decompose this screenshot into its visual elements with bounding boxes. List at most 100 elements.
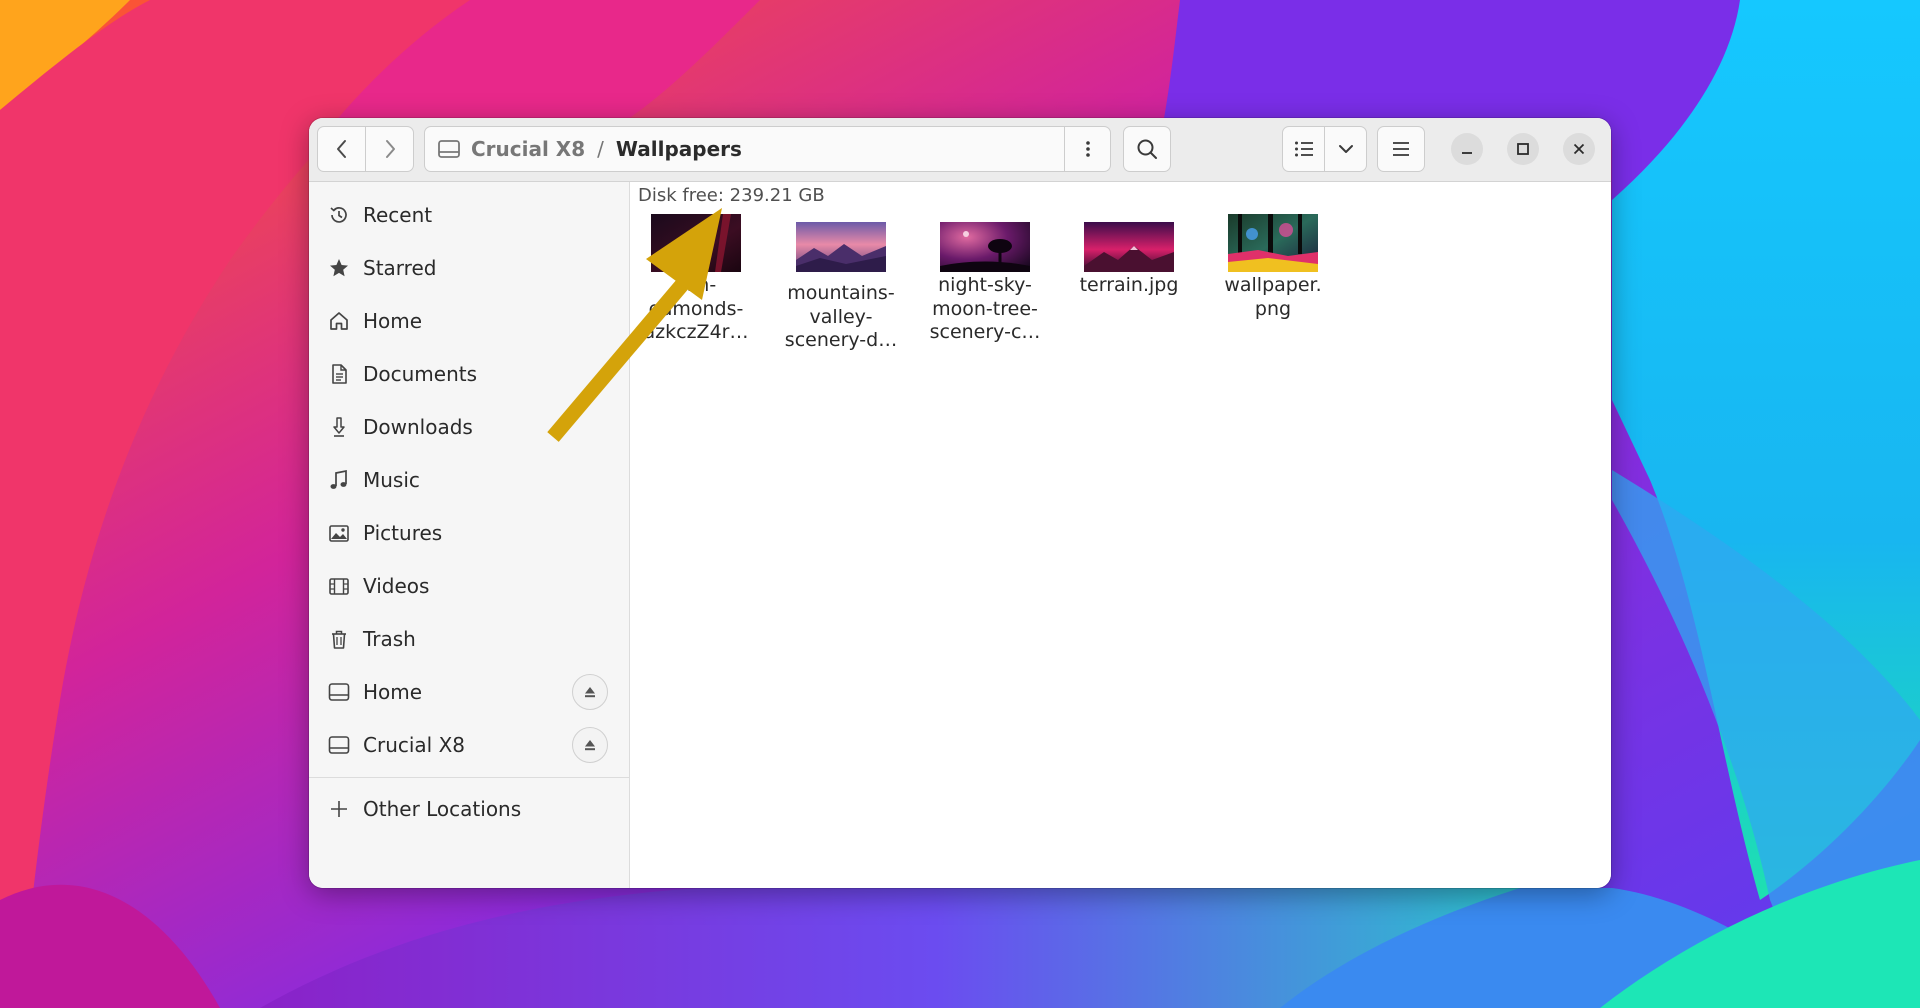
sidebar-device-home[interactable]: Home — [309, 670, 630, 714]
search-button[interactable] — [1123, 126, 1171, 172]
file-item[interactable]: wallpaper. png — [1205, 214, 1341, 321]
file-name-line: mountains- — [787, 282, 895, 304]
sidebar-item-label: Home — [363, 309, 423, 333]
sidebar-item-label: Home — [363, 680, 423, 704]
list-view-button[interactable] — [1283, 127, 1324, 171]
chevron-down-icon — [1338, 145, 1353, 153]
file-item[interactable]: ash- edmonds- azkczZ4r… — [628, 214, 764, 345]
maximize-icon — [1517, 143, 1529, 155]
sidebar-item-label: Pictures — [363, 521, 443, 545]
sidebar: Recent Starred Home Documents Downloads … — [309, 182, 630, 888]
sidebar-item-pictures[interactable]: Pictures — [309, 511, 630, 555]
chevron-left-icon — [336, 140, 346, 158]
header-bar: Crucial X8 / Wallpapers — [309, 118, 1611, 182]
document-icon — [327, 362, 351, 386]
file-item[interactable]: mountains- valley- scenery-d… — [773, 214, 909, 353]
music-note-icon — [327, 468, 351, 492]
clock-icon — [327, 203, 351, 227]
location-bar[interactable]: Crucial X8 / Wallpapers — [424, 126, 1111, 172]
file-name-line: scenery-d… — [784, 329, 898, 351]
sidebar-item-label: Trash — [363, 627, 416, 651]
file-thumbnail — [796, 222, 886, 272]
sidebar-item-trash[interactable]: Trash — [309, 617, 630, 661]
file-name-line: png — [1254, 297, 1292, 320]
file-thumbnail — [651, 214, 741, 272]
search-icon — [1137, 139, 1157, 159]
minimize-icon — [1462, 152, 1472, 154]
eject-button-home[interactable] — [572, 674, 608, 710]
sidebar-item-label: Music — [363, 468, 420, 492]
breadcrumb-current[interactable]: Wallpapers — [616, 137, 742, 161]
close-icon — [1573, 143, 1585, 155]
file-view[interactable]: Disk free: 239.21 GB ash- edmonds- azkcz… — [630, 182, 1611, 888]
file-thumbnail — [1084, 222, 1174, 272]
sidebar-item-label: Downloads — [363, 415, 473, 439]
file-name-line: azkczZ4r… — [643, 321, 749, 343]
sidebar-item-label: Crucial X8 — [363, 733, 466, 757]
file-manager-window: Crucial X8 / Wallpapers Recent Starred H… — [309, 118, 1611, 888]
drive-icon — [438, 140, 460, 158]
maximize-button[interactable] — [1507, 133, 1539, 165]
file-name: ash- edmonds- azkczZ4r… — [628, 274, 764, 345]
disk-free-label: Disk free: 239.21 GB — [638, 185, 825, 206]
list-view-icon — [1294, 141, 1313, 157]
drive-icon — [327, 733, 351, 757]
sidebar-item-recent[interactable]: Recent — [309, 193, 630, 237]
sidebar-item-label: Recent — [363, 203, 433, 227]
navigation-buttons — [317, 126, 414, 172]
file-name-line: valley- — [809, 305, 873, 328]
plus-icon — [327, 797, 351, 821]
sidebar-item-downloads[interactable]: Downloads — [309, 405, 630, 449]
file-name-line: terrain.jpg — [1079, 274, 1179, 296]
view-options-dropdown[interactable] — [1324, 127, 1366, 171]
chevron-right-icon — [385, 140, 395, 158]
back-button[interactable] — [318, 127, 365, 171]
sidebar-item-label: Videos — [363, 574, 430, 598]
eject-button-crucial-x8[interactable] — [572, 727, 608, 763]
vertical-dots-icon — [1085, 141, 1090, 157]
file-name-line: scenery-c… — [929, 321, 1041, 343]
drive-icon — [327, 680, 351, 704]
file-name-line: wallpaper. — [1224, 274, 1322, 296]
sidebar-item-starred[interactable]: Starred — [309, 246, 630, 290]
view-toggle-group — [1282, 126, 1367, 172]
file-thumbnail — [940, 222, 1030, 272]
sidebar-item-label: Starred — [363, 256, 437, 280]
close-button[interactable] — [1563, 133, 1595, 165]
forward-button[interactable] — [365, 127, 413, 171]
file-item[interactable]: night-sky- moon-tree- scenery-c… — [917, 214, 1053, 345]
sidebar-item-label: Documents — [363, 362, 478, 386]
file-name: wallpaper. png — [1205, 274, 1341, 321]
picture-icon — [327, 521, 351, 545]
sidebar-item-other-locations[interactable]: Other Locations — [309, 787, 630, 831]
download-icon — [327, 415, 351, 439]
file-thumbnail — [1228, 214, 1318, 272]
file-name: terrain.jpg — [1061, 274, 1197, 298]
file-name: mountains- valley- scenery-d… — [773, 282, 909, 353]
hamburger-menu-icon — [1393, 142, 1409, 156]
sidebar-item-videos[interactable]: Videos — [309, 564, 630, 608]
file-name-line: ash- — [675, 274, 717, 296]
file-name-line: edmonds- — [648, 297, 744, 320]
file-name: night-sky- moon-tree- scenery-c… — [917, 274, 1053, 345]
breadcrumb-separator: / — [597, 137, 604, 161]
trash-icon — [327, 627, 351, 651]
breadcrumb-drive-label: Crucial X8 — [471, 137, 586, 161]
file-item[interactable]: terrain.jpg — [1061, 214, 1197, 298]
file-name-line: night-sky- — [938, 274, 1032, 296]
sidebar-item-home[interactable]: Home — [309, 299, 630, 343]
breadcrumb-drive[interactable]: Crucial X8 — [425, 137, 585, 161]
home-icon — [327, 309, 351, 333]
sidebar-item-label: Other Locations — [363, 797, 522, 821]
sidebar-device-crucial-x8[interactable]: Crucial X8 — [309, 723, 630, 767]
sidebar-item-documents[interactable]: Documents — [309, 352, 630, 396]
main-menu-button[interactable] — [1377, 126, 1425, 172]
star-icon — [327, 256, 351, 280]
minimize-button[interactable] — [1451, 133, 1483, 165]
film-icon — [327, 574, 351, 598]
eject-icon — [585, 687, 595, 698]
sidebar-item-music[interactable]: Music — [309, 458, 630, 502]
file-name-line: moon-tree- — [932, 297, 1038, 320]
location-menu-button[interactable] — [1064, 127, 1110, 171]
sidebar-divider — [309, 777, 630, 778]
